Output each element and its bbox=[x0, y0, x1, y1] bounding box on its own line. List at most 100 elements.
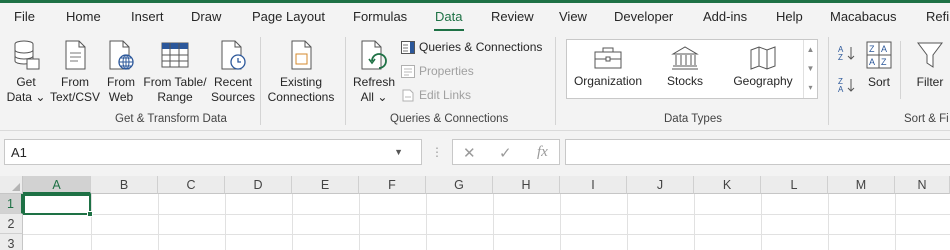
data-type-organization-label: Organization bbox=[573, 74, 643, 88]
edit-links-icon bbox=[402, 89, 414, 101]
refresh-all-button[interactable]: Refresh All ⌄ bbox=[350, 39, 398, 105]
column-header-e[interactable]: E bbox=[292, 176, 359, 194]
briefcase-icon bbox=[594, 47, 622, 69]
formula-input[interactable] bbox=[565, 139, 950, 165]
get-data-label-1: Get bbox=[16, 75, 36, 89]
worksheet-grid: A B C D E F G H I J K L M N 1 2 3 bbox=[0, 176, 950, 250]
column-header-b[interactable]: B bbox=[91, 176, 158, 194]
get-data-button[interactable]: Get Data ⌄ bbox=[6, 39, 46, 105]
from-text-csv-label-2: Text/CSV bbox=[50, 90, 101, 104]
cancel-icon[interactable]: ✕ bbox=[463, 144, 476, 162]
queries-connections-button[interactable]: Queries & Connections bbox=[401, 40, 542, 54]
data-type-organization[interactable]: Organization bbox=[573, 45, 643, 88]
edit-links-label: Edit Links bbox=[419, 88, 472, 102]
filter-label: Filter bbox=[916, 75, 944, 89]
from-table-range-label-2: Range bbox=[157, 90, 193, 104]
column-header-j[interactable]: J bbox=[627, 176, 694, 194]
from-web-label-1: From bbox=[107, 75, 135, 89]
filter-button[interactable]: Filter bbox=[910, 39, 950, 90]
gallery-more-icon[interactable]: ▾ bbox=[804, 78, 817, 97]
column-header-a[interactable]: A bbox=[23, 176, 91, 194]
column-header-l[interactable]: L bbox=[761, 176, 828, 194]
tab-insert[interactable]: Insert bbox=[131, 9, 164, 24]
gallery-down-icon[interactable]: ▼ bbox=[804, 59, 817, 78]
group-divider bbox=[828, 37, 829, 125]
column-header-d[interactable]: D bbox=[225, 176, 292, 194]
data-type-stocks[interactable]: Stocks bbox=[655, 45, 715, 88]
queries-panel-icon bbox=[401, 40, 415, 54]
group-label-data-types: Data Types bbox=[664, 113, 722, 125]
gridline bbox=[895, 194, 896, 250]
tab-review[interactable]: Review bbox=[491, 9, 534, 24]
tab-draw[interactable]: Draw bbox=[191, 9, 221, 24]
edit-links-button[interactable]: Edit Links bbox=[401, 88, 471, 102]
formula-controls: ✕ ✓ fx bbox=[452, 139, 560, 165]
gridline bbox=[23, 214, 950, 215]
svg-text:A: A bbox=[881, 44, 887, 54]
column-header-g[interactable]: G bbox=[426, 176, 493, 194]
column-header-m[interactable]: M bbox=[828, 176, 895, 194]
row-header-3[interactable]: 3 bbox=[0, 234, 23, 250]
existing-connections-button[interactable]: Existing Connections bbox=[264, 39, 338, 105]
name-box[interactable]: A1 ▼ bbox=[4, 139, 422, 165]
group-divider bbox=[900, 41, 901, 99]
globe-file-icon bbox=[109, 40, 134, 70]
column-header-f[interactable]: F bbox=[359, 176, 426, 194]
bank-icon bbox=[671, 46, 699, 70]
tab-data[interactable]: Data bbox=[435, 9, 462, 24]
from-text-csv-button[interactable]: From Text/CSV bbox=[50, 39, 100, 105]
tab-formulas[interactable]: Formulas bbox=[353, 9, 407, 24]
from-table-range-button[interactable]: From Table/ Range bbox=[142, 39, 208, 105]
gridline bbox=[828, 194, 829, 250]
gridline bbox=[225, 194, 226, 250]
group-label-get-transform: Get & Transform Data bbox=[115, 113, 227, 125]
insert-function-icon[interactable]: fx bbox=[537, 144, 548, 161]
gridline bbox=[23, 234, 950, 235]
select-all-button[interactable] bbox=[0, 176, 23, 194]
tab-home[interactable]: Home bbox=[66, 9, 101, 24]
tab-help[interactable]: Help bbox=[776, 9, 803, 24]
sort-a-to-z-button[interactable]: A Z bbox=[838, 45, 858, 61]
selected-cell-a1[interactable] bbox=[23, 194, 93, 217]
gridline bbox=[359, 194, 360, 250]
recent-sources-label-2: Sources bbox=[210, 90, 256, 104]
database-icon bbox=[14, 40, 40, 70]
tab-file[interactable]: File bbox=[14, 9, 35, 24]
sort-z-to-a-button[interactable]: Z A bbox=[838, 77, 858, 93]
row-header-1[interactable]: 1 bbox=[0, 194, 23, 214]
svg-text:A: A bbox=[838, 85, 844, 93]
from-web-button[interactable]: From Web bbox=[102, 39, 140, 105]
column-header-h[interactable]: H bbox=[493, 176, 560, 194]
enter-check-icon[interactable]: ✓ bbox=[499, 144, 512, 162]
tab-refi[interactable]: Refi bbox=[926, 9, 949, 24]
tab-view[interactable]: View bbox=[559, 9, 587, 24]
data-type-geography[interactable]: Geography bbox=[727, 45, 799, 88]
tab-page-layout[interactable]: Page Layout bbox=[252, 9, 325, 24]
resize-handle-icon[interactable]: ⋮ bbox=[431, 145, 443, 159]
tab-add-ins[interactable]: Add-ins bbox=[703, 9, 747, 24]
ribbon: Get Data ⌄ From Text/CSV From Web From T… bbox=[0, 31, 950, 130]
gridline bbox=[627, 194, 628, 250]
data-type-stocks-label: Stocks bbox=[666, 74, 703, 88]
row-header-2[interactable]: 2 bbox=[0, 214, 23, 234]
column-header-k[interactable]: K bbox=[694, 176, 761, 194]
sort-button[interactable]: Z A A Z Sort bbox=[863, 39, 895, 90]
recent-sources-button[interactable]: Recent Sources bbox=[210, 39, 256, 105]
group-label-queries: Queries & Connections bbox=[390, 113, 509, 125]
properties-button[interactable]: Properties bbox=[401, 64, 474, 78]
column-header-n[interactable]: N bbox=[895, 176, 950, 194]
filter-icon bbox=[917, 42, 943, 68]
group-label-sort-filter: Sort & Fi bbox=[904, 113, 949, 125]
column-header-c[interactable]: C bbox=[158, 176, 225, 194]
fill-handle[interactable] bbox=[87, 211, 93, 217]
connection-file-icon bbox=[291, 40, 312, 70]
properties-label: Properties bbox=[419, 64, 474, 78]
gallery-up-icon[interactable]: ▲ bbox=[804, 40, 817, 59]
gridline bbox=[761, 194, 762, 250]
svg-text:Z: Z bbox=[869, 44, 875, 54]
tab-macabacus[interactable]: Macabacus bbox=[830, 9, 896, 24]
chevron-down-icon[interactable]: ▼ bbox=[394, 147, 403, 157]
chevron-down-icon: ⌄ bbox=[377, 90, 388, 104]
column-header-i[interactable]: I bbox=[560, 176, 627, 194]
tab-developer[interactable]: Developer bbox=[614, 9, 673, 24]
